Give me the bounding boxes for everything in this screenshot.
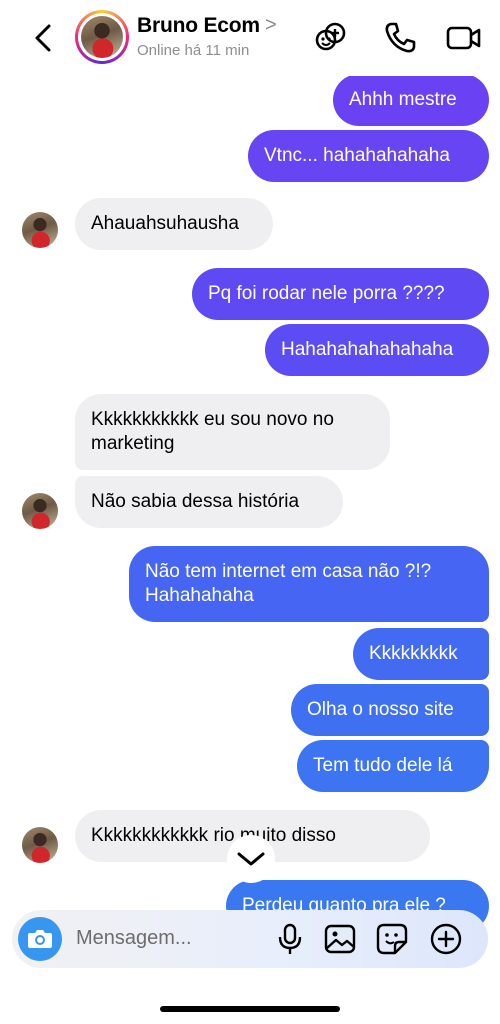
chat-header: Bruno Ecom > Online há 11 min xyxy=(0,0,500,76)
message-bubble-outgoing[interactable]: Olha o nosso site xyxy=(291,684,489,736)
sticker-icon[interactable] xyxy=(375,922,409,956)
message-bubble-outgoing[interactable]: Hahahahahahahaha xyxy=(265,324,489,376)
message-bubble-outgoing[interactable]: Kkkkkkkkk xyxy=(353,628,489,680)
contact-avatar[interactable] xyxy=(75,10,129,64)
message-bubble-incoming[interactable]: Não sabia dessa história xyxy=(75,476,343,528)
camera-icon xyxy=(28,930,52,948)
camera-button[interactable] xyxy=(18,917,62,961)
chevron-down-icon xyxy=(237,852,265,866)
group-add-icon[interactable] xyxy=(314,20,350,56)
home-indicator xyxy=(160,1006,340,1012)
contact-name[interactable]: Bruno Ecom xyxy=(137,14,260,38)
message-bubble-outgoing[interactable]: Não tem internet em casa não ?!? Hahahah… xyxy=(129,546,489,622)
message-bubble-outgoing[interactable]: Vtnc... hahahahahaha xyxy=(248,130,489,182)
phone-icon[interactable] xyxy=(382,20,418,56)
message-bubble-incoming[interactable]: Ahauahsuhausha xyxy=(75,198,273,250)
video-icon[interactable] xyxy=(446,20,482,56)
message-bubble-outgoing[interactable]: Tem tudo dele lá xyxy=(297,740,489,792)
microphone-icon[interactable] xyxy=(273,922,307,956)
contact-avatar-small[interactable] xyxy=(22,212,58,248)
image-icon[interactable] xyxy=(323,922,357,956)
message-bubble-outgoing[interactable]: Pq foi rodar nele porra ???? xyxy=(192,268,489,320)
message-bubble-incoming[interactable]: Kkkkkkkkkkk eu sou novo no marketing xyxy=(75,394,390,470)
scroll-down-button[interactable] xyxy=(227,835,275,883)
back-chevron-icon[interactable] xyxy=(30,20,56,56)
avatar-image xyxy=(81,16,123,58)
name-chevron-icon[interactable]: > xyxy=(265,14,277,37)
message-bubble-outgoing[interactable]: Ahhh mestre xyxy=(333,74,489,126)
contact-status: Online há 11 min xyxy=(137,42,250,59)
contact-avatar-small[interactable] xyxy=(22,493,58,529)
contact-avatar-small[interactable] xyxy=(22,827,58,863)
message-input[interactable]: Mensagem... xyxy=(76,927,192,950)
plus-icon[interactable] xyxy=(429,922,463,956)
message-composer: Mensagem... xyxy=(12,910,488,968)
